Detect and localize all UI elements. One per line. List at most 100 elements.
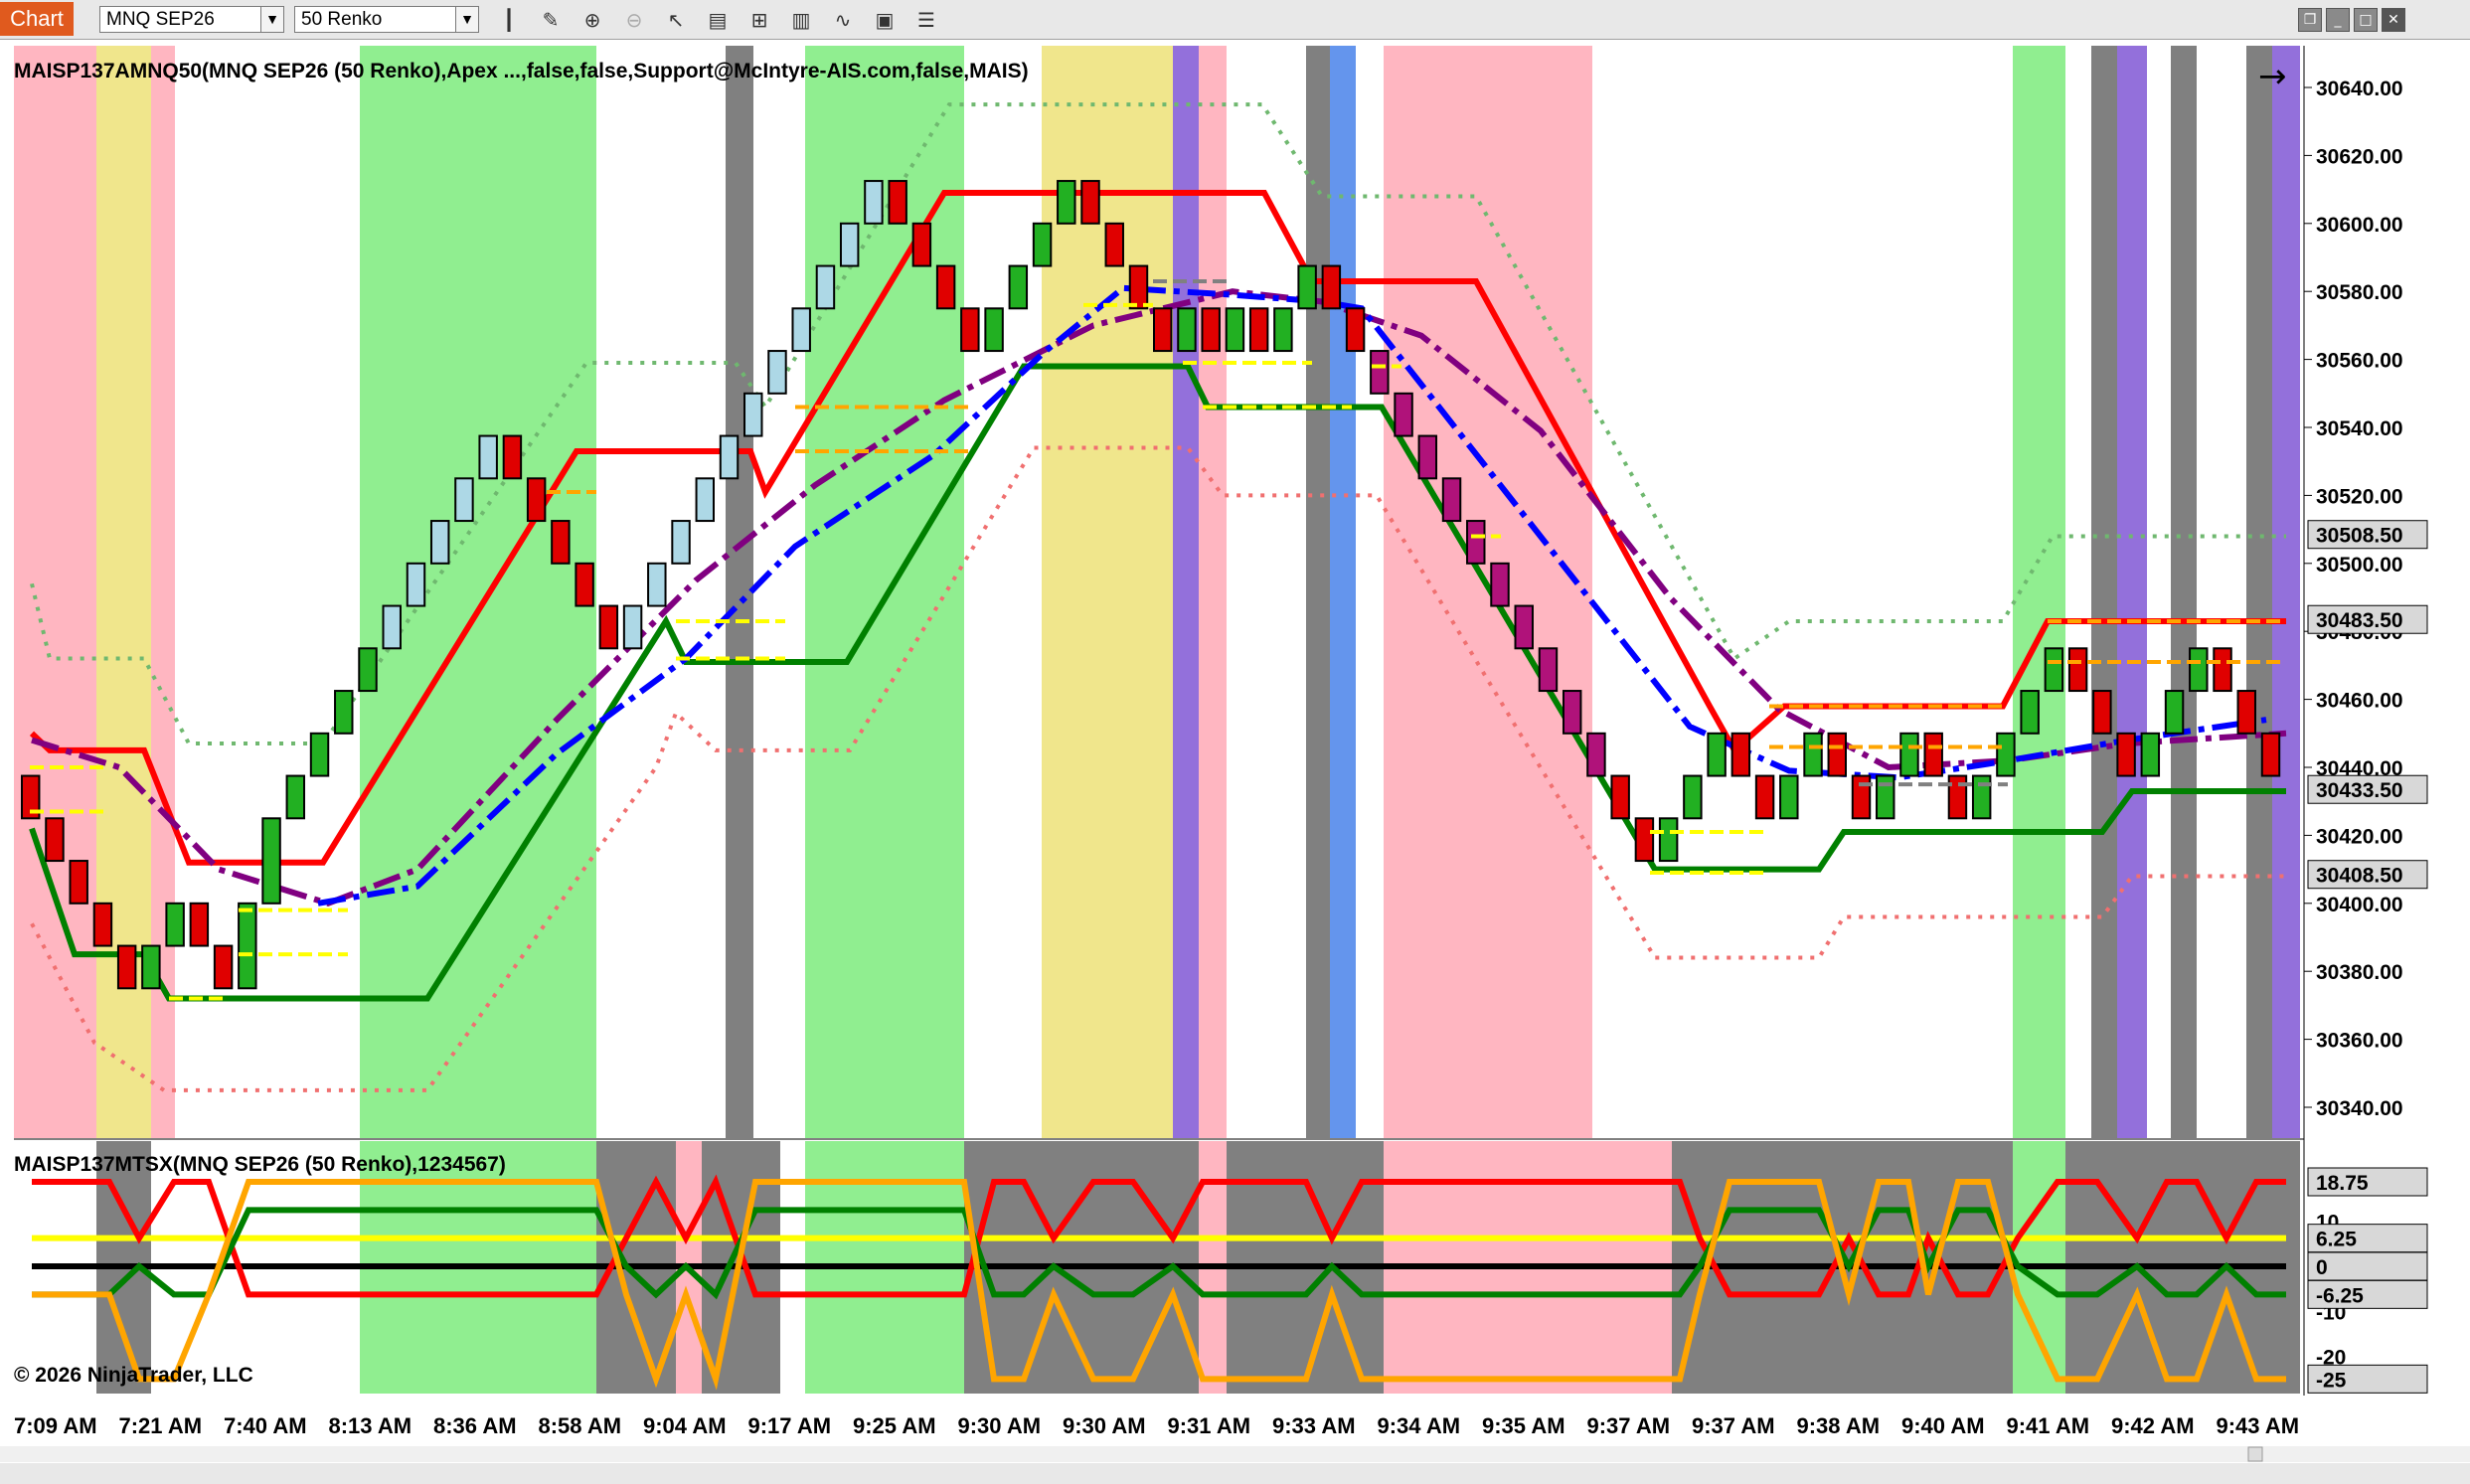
bar-type-selector[interactable]: 50 Renko ▼ (294, 6, 479, 33)
price-marker-label: 30433.50 (2316, 779, 2403, 802)
price-marker-label: 30508.50 (2316, 525, 2403, 548)
background-zone (805, 46, 964, 1139)
renko-brick (1080, 180, 1100, 225)
price-axis[interactable]: 30640.00 30620.00 30600.00 30580.00 30560.00… (2304, 46, 2470, 1139)
renko-brick (1321, 264, 1342, 310)
minimize-icon[interactable]: _ (2326, 8, 2350, 32)
pointer-icon[interactable]: ↖ (662, 6, 690, 34)
zoom-in-icon[interactable]: ⊕ (578, 6, 606, 34)
price-tick-label: 30520.00 (2316, 485, 2403, 508)
renko-brick (238, 902, 257, 990)
properties-icon[interactable]: ⊞ (745, 6, 773, 34)
renko-brick (69, 860, 88, 905)
renko-brick (1394, 392, 1413, 437)
renko-brick (1273, 307, 1293, 353)
time-tick-label: 9:42 AM (2111, 1413, 2195, 1438)
time-tick-label: 9:31 AM (1168, 1413, 1251, 1438)
data-box-icon[interactable]: ▤ (704, 6, 732, 34)
renko-brick (2213, 647, 2232, 693)
renko-brick (2067, 647, 2088, 693)
renko-brick (382, 604, 402, 650)
renko-brick (1730, 732, 1751, 777)
renko-brick (1947, 774, 1968, 820)
horizontal-scrollbar[interactable] (0, 1446, 2470, 1462)
background-zone (1306, 46, 1330, 1139)
price-tick-label: 30560.00 (2316, 350, 2403, 373)
pencil-icon[interactable]: ✎ (537, 6, 565, 34)
time-tick-label: 9:41 AM (2007, 1413, 2090, 1438)
chevron-down-icon[interactable]: ▼ (260, 7, 283, 32)
restore-icon[interactable]: ❐ (2298, 8, 2322, 32)
renko-brick (1490, 562, 1510, 607)
close-icon[interactable]: ✕ (2382, 8, 2405, 32)
time-axis[interactable]: 7:09 AM 7:21 AM 7:40 AM 8:13 AM 8:36 AM 8:58 … (0, 1396, 2470, 1445)
renko-brick (309, 732, 330, 777)
oscillator-axis[interactable]: 100-10-2018.756.250-6.25-25 (2305, 1141, 2470, 1394)
arrow-right-icon[interactable]: → (2258, 57, 2287, 96)
renko-brick (502, 434, 523, 480)
price-marker-label: 30483.50 (2316, 609, 2403, 632)
price-tick-label: 30400.00 (2316, 894, 2403, 916)
background-zone (360, 46, 596, 1139)
renko-brick (1104, 222, 1124, 267)
renko-brick (1177, 307, 1197, 353)
oscillator-marker-label: -25 (2316, 1369, 2347, 1392)
background-zone (2246, 46, 2272, 1139)
renko-brick (1225, 307, 1245, 353)
price-tick-label: 30600.00 (2316, 214, 2403, 237)
indicators-icon[interactable]: ∿ (829, 6, 857, 34)
maximize-icon[interactable]: □ (2354, 8, 2378, 32)
renko-brick (116, 944, 137, 990)
time-tick-label: 9:17 AM (748, 1413, 832, 1438)
renko-brick (261, 817, 281, 905)
chevron-down-icon[interactable]: ▼ (455, 7, 478, 32)
templates-icon[interactable]: ▣ (871, 6, 899, 34)
time-tick-label: 9:33 AM (1272, 1413, 1356, 1438)
renko-brick (1370, 350, 1390, 395)
renko-brick (1586, 732, 1606, 777)
renko-brick (2260, 732, 2281, 777)
price-tick-label: 30580.00 (2316, 281, 2403, 304)
instrument-selector[interactable]: MNQ SEP26 ▼ (99, 6, 284, 33)
renko-brick (406, 562, 426, 607)
time-tick-label: 9:25 AM (853, 1413, 936, 1438)
renko-brick (358, 647, 378, 693)
price-tick-label: 30360.00 (2316, 1030, 2403, 1053)
chart-area[interactable]: MAISP137AMNQ50(MNQ SEP26 (50 Renko),Apex… (0, 40, 2470, 1484)
renko-brick (1803, 732, 1823, 777)
renko-brick (551, 520, 571, 565)
price-tick-label: 30420.00 (2316, 825, 2403, 848)
renko-brick (478, 434, 498, 480)
chart-tab[interactable]: Chart (0, 2, 74, 36)
renko-brick (2236, 690, 2256, 735)
renko-brick (526, 477, 547, 523)
renko-brick (864, 180, 884, 225)
renko-brick (189, 902, 210, 947)
renko-brick (767, 350, 787, 395)
time-tick-label: 9:30 AM (1063, 1413, 1146, 1438)
sub-indicator-label: MAISP137MTSX(MNQ SEP26 (50 Renko),123456… (14, 1153, 506, 1176)
renko-brick (1297, 264, 1317, 310)
bar-style-icon[interactable]: ┃ (495, 6, 523, 34)
background-zone (2117, 46, 2147, 1139)
time-tick-label: 8:13 AM (329, 1413, 412, 1438)
time-tick-label: 9:30 AM (958, 1413, 1042, 1438)
renko-brick (1827, 732, 1848, 777)
price-tick-label: 30640.00 (2316, 78, 2403, 100)
renko-brick (1707, 732, 1727, 777)
zoom-out-icon[interactable]: ⊖ (620, 6, 648, 34)
renko-brick (1008, 264, 1029, 310)
renko-brick (1899, 732, 1919, 777)
time-tick-label: 9:37 AM (1692, 1413, 1775, 1438)
renko-brick (429, 520, 450, 565)
strategies-icon[interactable]: ▥ (787, 6, 815, 34)
renko-brick (911, 222, 932, 267)
renko-brick (334, 690, 354, 735)
list-icon[interactable]: ☰ (912, 6, 940, 34)
renko-brick (2189, 647, 2209, 693)
scrollbar-thumb[interactable] (2247, 1446, 2263, 1462)
time-tick-label: 7:09 AM (14, 1413, 97, 1438)
price-marker-label: 30408.50 (2316, 865, 2403, 888)
renko-brick (454, 477, 474, 523)
renko-brick (92, 902, 113, 947)
